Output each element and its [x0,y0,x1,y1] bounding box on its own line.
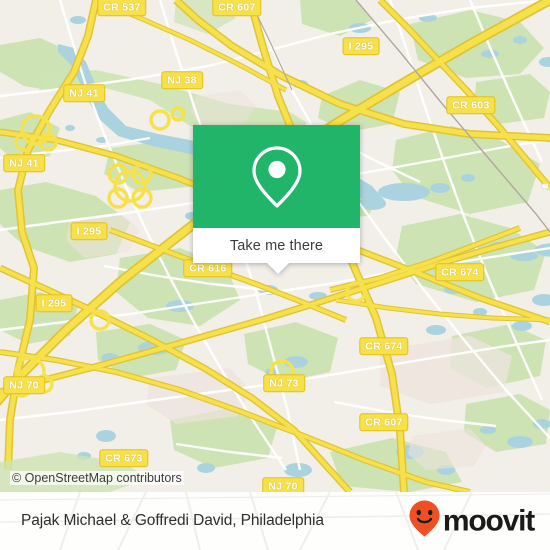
moovit-smiley-pin-icon [408,500,441,543]
map-screenshot: CR 537 CR 607 I 295 NJ 38 CR 603 NJ 41 N… [0,0,550,550]
map-pin-icon [249,144,305,210]
route-shield-clipped[interactable] [541,183,548,189]
route-shield[interactable]: CR 674 [359,337,409,355]
route-shield[interactable]: CR 673 [99,449,149,467]
popup-tail-pointer [267,263,289,274]
route-shield[interactable]: NJ 41 [3,154,45,172]
route-shield[interactable]: I 295 [35,294,73,312]
moovit-logo[interactable]: moovit [408,500,535,543]
map-canvas[interactable]: CR 537 CR 607 I 295 NJ 38 CR 603 NJ 41 N… [0,0,550,492]
route-shield[interactable]: NJ 41 [63,84,105,102]
map-attribution[interactable]: © OpenStreetMap contributors [10,471,184,485]
route-shield[interactable]: I 295 [342,37,380,55]
location-popup-card[interactable]: Take me there [193,125,360,274]
take-me-there-label: Take me there [229,237,324,254]
route-shield[interactable]: NJ 38 [161,71,203,89]
route-shield[interactable]: CR 603 [446,96,496,114]
route-shield[interactable]: CR 537 [97,0,147,16]
route-shield[interactable]: I 295 [70,222,108,240]
location-title: Pajak Michael & Goffredi David, Philadel… [21,512,324,529]
route-shield[interactable]: NJ 70 [3,376,45,394]
route-shield[interactable]: NJ 73 [263,374,305,392]
route-shield[interactable]: CR 607 [359,413,409,431]
route-shield[interactable]: CR 674 [435,263,485,281]
route-shield[interactable]: CR 607 [212,0,262,16]
popup-card-header [193,125,360,228]
moovit-wordmark: moovit [442,504,535,537]
footer-bar: Pajak Michael & Goffredi David, Philadel… [0,492,550,550]
route-shield[interactable]: NJ 70 [262,477,304,492]
take-me-there-button[interactable]: Take me there [193,228,360,263]
